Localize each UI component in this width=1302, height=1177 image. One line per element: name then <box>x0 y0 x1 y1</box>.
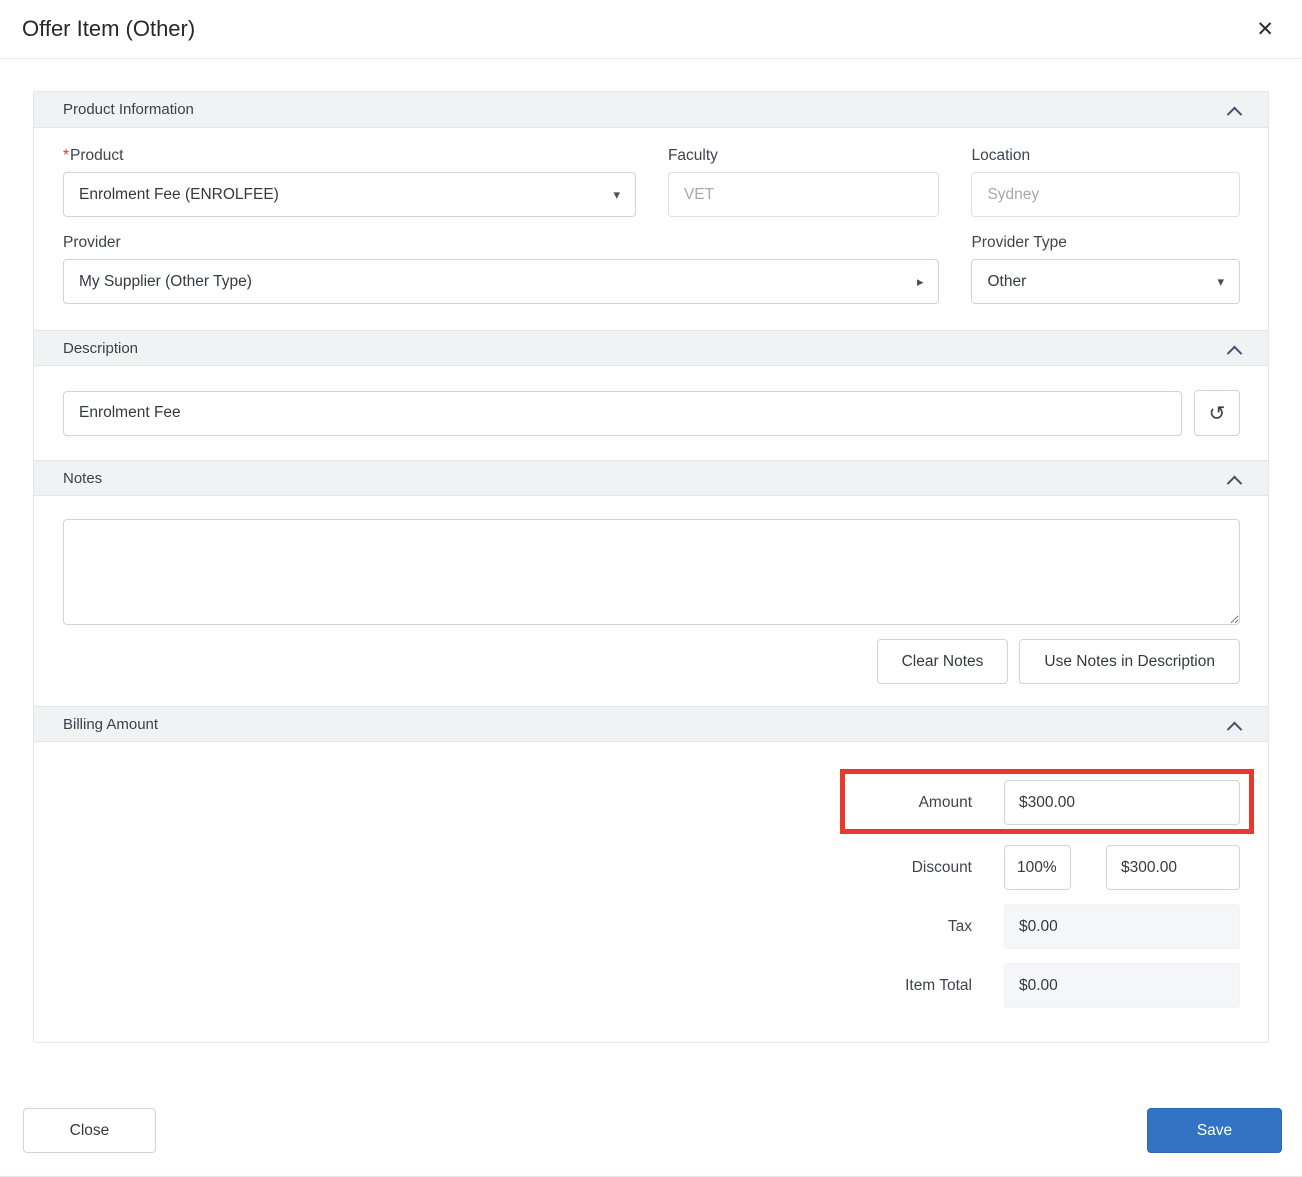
description-input[interactable] <box>63 391 1182 436</box>
page-title: Offer Item (Other) <box>22 16 195 42</box>
provider-label: Provider <box>63 234 939 252</box>
billing-row-discount: Discount <box>63 845 1240 890</box>
amount-input[interactable] <box>1004 780 1240 825</box>
field-product: *Product Enrolment Fee (ENROLFEE) ▾ <box>63 147 636 217</box>
location-label: Location <box>971 147 1240 165</box>
notes-buttons: Clear Notes Use Notes in Description <box>63 639 1240 684</box>
section-title: Billing Amount <box>63 716 158 733</box>
billing-row-item-total: Item Total $0.00 <box>63 963 1240 1008</box>
notes-textarea[interactable] <box>63 519 1240 625</box>
section-header-notes[interactable]: Notes <box>34 460 1268 496</box>
faculty-label: Faculty <box>668 147 940 165</box>
product-select-value: Enrolment Fee (ENROLFEE) <box>79 186 279 204</box>
discount-amount-input[interactable] <box>1106 845 1240 890</box>
restore-icon: ↺ <box>1209 401 1226 426</box>
discount-percent-input[interactable] <box>1004 845 1071 890</box>
section-title: Description <box>63 340 138 357</box>
notes-body: Clear Notes Use Notes in Description <box>34 496 1268 706</box>
modal-header: Offer Item (Other) ✕ <box>0 0 1302 59</box>
chevron-right-icon: ▸ <box>917 274 924 290</box>
close-icon[interactable]: ✕ <box>1250 15 1280 44</box>
faculty-field: VET <box>668 172 940 217</box>
field-faculty: Faculty VET <box>668 147 940 217</box>
field-provider-type: Provider Type Other ▾ <box>971 234 1240 304</box>
item-total-label: Item Total <box>860 977 972 995</box>
chevron-down-icon: ▾ <box>613 187 620 203</box>
chevron-down-icon: ▾ <box>1217 274 1224 290</box>
section-header-billing-amount[interactable]: Billing Amount <box>34 706 1268 742</box>
item-total-value: $0.00 <box>1004 963 1240 1008</box>
restore-description-button[interactable]: ↺ <box>1194 390 1240 436</box>
discount-label: Discount <box>860 859 972 877</box>
section-title: Product Information <box>63 101 194 118</box>
modal-footer: Close Save <box>0 1108 1302 1153</box>
section-description: Description ↺ <box>34 330 1268 460</box>
tax-label: Tax <box>860 918 972 936</box>
location-value: Sydney <box>987 186 1039 204</box>
chevron-up-icon[interactable] <box>1227 721 1243 737</box>
field-location: Location Sydney <box>971 147 1240 217</box>
offer-item-panel: Product Information *Product Enrolment F… <box>33 91 1269 1043</box>
close-button[interactable]: Close <box>23 1108 156 1153</box>
product-select[interactable]: Enrolment Fee (ENROLFEE) ▾ <box>63 172 636 217</box>
chevron-up-icon[interactable] <box>1227 475 1243 491</box>
faculty-value: VET <box>684 186 714 204</box>
tax-value: $0.00 <box>1004 904 1240 949</box>
product-label: *Product <box>63 147 636 165</box>
billing-body: Amount Discount Tax <box>34 742 1268 1042</box>
required-asterisk: * <box>63 147 69 164</box>
billing-row-amount: Amount <box>63 780 1240 831</box>
section-header-description[interactable]: Description <box>34 330 1268 366</box>
section-header-product-information[interactable]: Product Information <box>34 92 1268 128</box>
provider-type-select[interactable]: Other ▾ <box>971 259 1240 304</box>
section-notes: Notes Clear Notes Use Notes in Descripti… <box>34 460 1268 706</box>
chevron-up-icon[interactable] <box>1227 107 1243 123</box>
billing-row-tax: Tax $0.00 <box>63 904 1240 949</box>
chevron-up-icon[interactable] <box>1227 345 1243 361</box>
section-title: Notes <box>63 470 102 487</box>
amount-label: Amount <box>860 794 972 812</box>
provider-type-label: Provider Type <box>971 234 1240 252</box>
use-notes-in-description-button[interactable]: Use Notes in Description <box>1019 639 1240 684</box>
save-button[interactable]: Save <box>1147 1108 1282 1153</box>
location-field: Sydney <box>971 172 1240 217</box>
description-body: ↺ <box>34 366 1268 460</box>
provider-value: My Supplier (Other Type) <box>79 273 252 291</box>
provider-type-value: Other <box>987 273 1026 291</box>
field-provider: Provider My Supplier (Other Type) ▸ <box>63 234 939 304</box>
provider-lookup-field[interactable]: My Supplier (Other Type) ▸ <box>63 259 939 304</box>
section-billing-amount: Billing Amount Amount Discount <box>34 706 1268 1042</box>
clear-notes-button[interactable]: Clear Notes <box>877 639 1009 684</box>
section-product-information: Product Information *Product Enrolment F… <box>34 92 1268 330</box>
product-information-body: *Product Enrolment Fee (ENROLFEE) ▾ Facu… <box>34 128 1268 330</box>
